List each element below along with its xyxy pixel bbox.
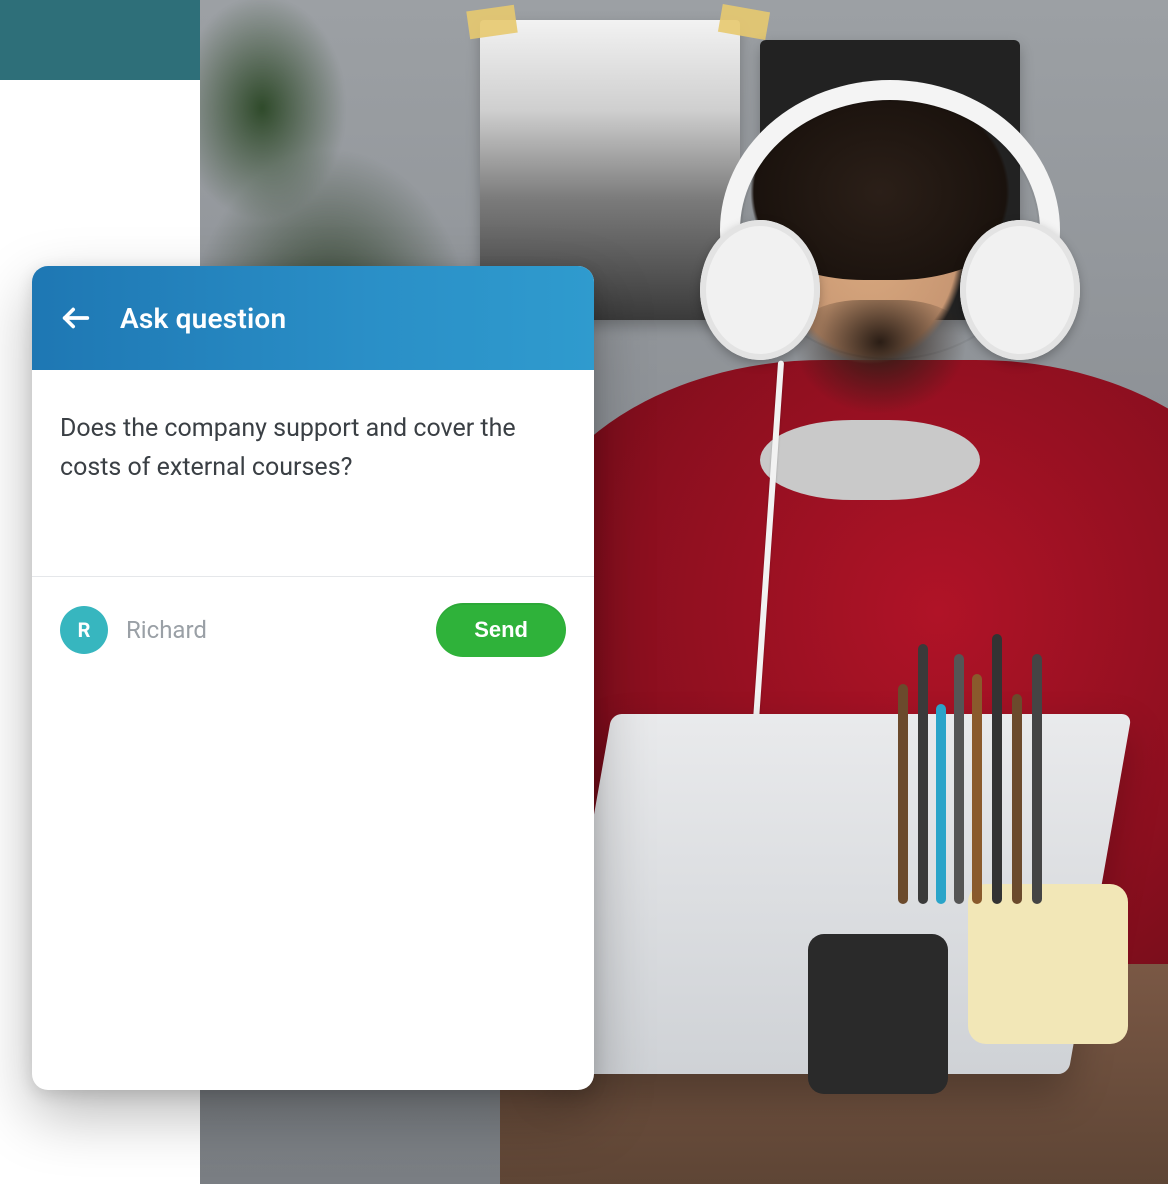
- card-body: Does the company support and cover the c…: [32, 370, 594, 516]
- sender-name: Richard: [126, 616, 207, 644]
- back-button[interactable]: [54, 296, 98, 340]
- page-title: Ask question: [120, 302, 286, 335]
- avatar: R: [60, 606, 108, 654]
- card-header: Ask question: [32, 266, 594, 370]
- question-text: Does the company support and cover the c…: [60, 410, 540, 488]
- ask-question-card: Ask question Does the company support an…: [32, 266, 594, 1090]
- send-button[interactable]: Send: [436, 603, 566, 657]
- sender-row: R Richard Send: [32, 577, 594, 683]
- background-accent: [0, 0, 200, 80]
- arrow-left-icon: [59, 301, 93, 335]
- stage: Ask question Does the company support an…: [0, 0, 1168, 1184]
- sender-left: R Richard: [60, 606, 207, 654]
